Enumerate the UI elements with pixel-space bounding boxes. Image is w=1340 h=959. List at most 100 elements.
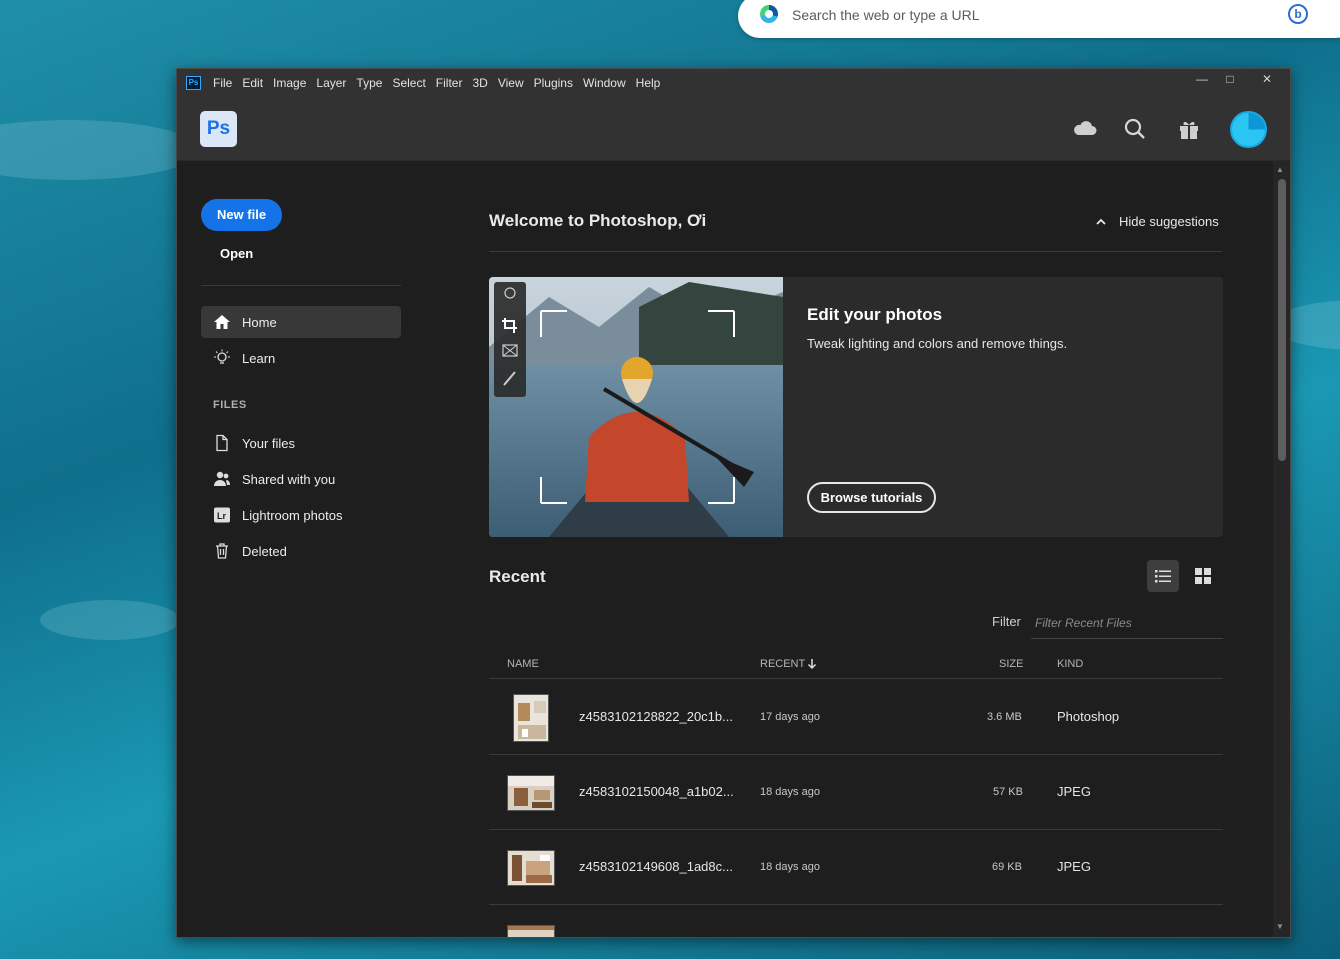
edge-logo-icon [760,5,778,23]
table-row[interactable] [489,905,1223,937]
sidebar-item-label: Deleted [242,543,287,559]
sidebar-item-label: Learn [242,350,276,366]
menu-file[interactable]: File [213,76,232,90]
app-header: Ps [177,97,1290,161]
lightbulb-icon [213,349,231,367]
maximize-button[interactable]: □ [1216,69,1244,89]
desktop-wallpaper-wave [0,120,200,180]
main-scrollbar[interactable]: ▲ ▼ [1273,161,1290,937]
scroll-up-arrow-icon[interactable]: ▲ [1276,165,1284,174]
filter-label: Filter [992,614,1021,629]
file-thumbnail [507,850,555,886]
page-title: Welcome to Photoshop, Ơi [489,211,707,230]
files-section-heading: FILES [213,399,247,411]
home-icon [213,313,231,331]
table-row[interactable]: z4583102150048_a1b02... 18 days ago 57 K… [489,755,1223,830]
suggestion-card: Edit your photos Tweak lighting and colo… [489,277,1223,537]
menu-window[interactable]: Window [583,76,626,90]
svg-text:Lr: Lr [217,511,226,521]
file-name: z4583102128822_20c1b... [579,709,733,724]
menu-image[interactable]: Image [273,76,306,90]
column-header-kind[interactable]: KIND [1057,658,1083,670]
file-size: 69 KB [992,861,1022,873]
window-controls: — □ ✕ [1188,69,1290,97]
chevron-up-icon [1096,218,1106,225]
menu-plugins[interactable]: Plugins [534,76,573,90]
browse-tutorials-button[interactable]: Browse tutorials [807,482,936,513]
close-button[interactable]: ✕ [1244,69,1290,89]
recent-section-title: Recent [489,567,546,586]
main-divider [489,251,1222,252]
file-kind: Photoshop [1057,709,1120,724]
sidebar-item-label: Your files [242,435,295,451]
menu-type[interactable]: Type [356,76,382,90]
menu-layer[interactable]: Layer [316,76,346,90]
table-row[interactable]: z4583102149608_1ad8c... 18 days ago 69 K… [489,830,1223,905]
menu-view[interactable]: View [498,76,524,90]
photoshop-window: Ps File Edit Image Layer Type Select Fil… [176,68,1291,938]
cloud-icon[interactable] [1071,115,1099,143]
home-main: Welcome to Photoshop, Ơi Hide suggestion… [427,161,1272,937]
file-size: 57 KB [993,786,1023,798]
search-icon[interactable] [1121,115,1149,143]
gift-icon[interactable] [1175,115,1203,143]
photoshop-logo[interactable]: Ps [200,111,237,147]
sidebar-item-your-files[interactable]: Your files [201,427,401,459]
new-file-button[interactable]: New file [201,199,282,231]
photoshop-app-icon: Ps [186,76,201,90]
sidebar: New file Open Home Learn FILES Your file… [177,161,427,937]
file-recent: 17 days ago [760,711,820,723]
file-name: z4583102150048_a1b02... [579,784,734,799]
file-thumbnail [507,925,555,937]
open-button[interactable]: Open [220,246,253,261]
scroll-down-arrow-icon[interactable]: ▼ [1276,922,1284,931]
file-name: z4583102149608_1ad8c... [579,859,733,874]
sort-down-arrow-icon[interactable] [807,658,817,670]
sidebar-divider [201,285,401,286]
menu-help[interactable]: Help [636,76,661,90]
menu-edit[interactable]: Edit [242,76,263,90]
table-header: NAME RECENT SIZE KIND [489,651,1223,679]
file-thumbnail [513,694,549,742]
filter-recent-files-input[interactable] [1031,607,1223,639]
trash-icon [213,542,231,560]
file-thumbnail [507,775,555,811]
file-kind: JPEG [1057,859,1091,874]
sidebar-item-label: Home [242,314,277,330]
table-row[interactable]: z4583102128822_20c1b... 17 days ago 3.6 … [489,680,1223,755]
scrollbar-thumb[interactable] [1278,179,1286,461]
menu-3d[interactable]: 3D [472,76,487,90]
column-header-size[interactable]: SIZE [999,658,1023,670]
sidebar-item-label: Shared with you [242,471,336,487]
file-kind: JPEG [1057,784,1091,799]
sidebar-item-home[interactable]: Home [201,306,401,338]
users-icon [213,470,231,488]
sidebar-item-deleted[interactable]: Deleted [201,535,401,567]
bing-chat-icon[interactable]: b [1288,4,1308,24]
browser-address-bar[interactable]: Search the web or type a URL b [738,0,1340,38]
column-header-recent[interactable]: RECENT [760,658,805,670]
column-header-name[interactable]: NAME [507,658,539,670]
avatar[interactable] [1230,111,1267,148]
grid-icon [1195,568,1211,584]
desktop-wallpaper-wave [40,600,180,640]
grid-view-button[interactable] [1187,560,1219,592]
menu-filter[interactable]: Filter [436,76,463,90]
list-view-button[interactable] [1147,560,1179,592]
suggestion-card-image [489,277,783,537]
minimize-button[interactable]: — [1188,69,1216,89]
hide-suggestions-label: Hide suggestions [1119,214,1219,229]
sidebar-item-learn[interactable]: Learn [201,342,401,374]
sidebar-item-shared[interactable]: Shared with you [201,463,401,495]
file-size: 3.6 MB [987,711,1022,723]
suggestion-card-title: Edit your photos [807,305,943,324]
suggestion-card-subtitle: Tweak lighting and colors and remove thi… [807,336,1068,351]
address-bar-placeholder[interactable]: Search the web or type a URL [792,7,980,23]
lightroom-icon: Lr [213,506,231,524]
hide-suggestions-button[interactable]: Hide suggestions [1095,214,1219,229]
menu-select[interactable]: Select [392,76,425,90]
list-icon [1155,570,1171,583]
file-recent: 18 days ago [760,861,820,873]
file-recent: 18 days ago [760,786,820,798]
sidebar-item-lightroom[interactable]: Lr Lightroom photos [201,499,401,531]
